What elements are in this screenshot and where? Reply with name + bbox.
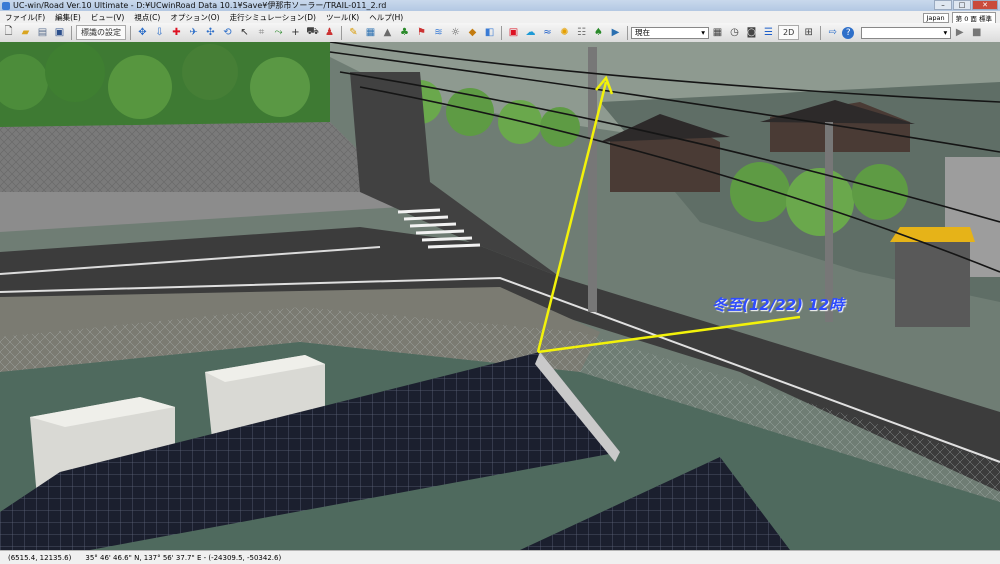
car-icon[interactable]: ⛟ — [305, 25, 320, 40]
menu-view[interactable]: ビュー(V) — [86, 12, 129, 23]
toolbar-separator — [341, 25, 342, 40]
chevron-down-icon: ▾ — [701, 28, 705, 37]
window-title: UC-win/Road Ver.10 Ultimate - D:¥UCwinRo… — [13, 1, 387, 10]
cloud-icon[interactable]: ☁ — [523, 25, 538, 40]
toolbar-separator — [71, 25, 72, 40]
toolbar-separator — [501, 25, 502, 40]
window-controls: – □ ✕ — [934, 0, 998, 10]
curve-icon[interactable]: ⤳ — [271, 25, 286, 40]
walk-icon[interactable]: ⟲ — [220, 25, 235, 40]
fly-icon[interactable]: ✈ — [186, 25, 201, 40]
animation-icon[interactable]: ▶ — [608, 25, 623, 40]
solar-time-annotation: 冬至(12/22) 12時 — [712, 296, 845, 314]
light-icon[interactable]: ☼ — [448, 25, 463, 40]
menu-viewpoint[interactable]: 視点(C) — [129, 12, 165, 23]
layers-icon[interactable]: ☰ — [761, 25, 776, 40]
wind-icon[interactable]: ≋ — [431, 25, 446, 40]
minimize-icon[interactable]: – — [934, 0, 952, 10]
main-toolbar: 🗋 ▰ ▤ ▣ 標識の設定 ✥ ⇩ ✚ ✈ ✣ ⟲ ↖ ⌗ ⤳ + ⛟ ♟ ✎ … — [0, 23, 1000, 43]
brush-icon[interactable]: ✎ — [346, 25, 361, 40]
title-bar: UC-win/Road Ver.10 Ultimate - D:¥UCwinRo… — [0, 0, 1000, 11]
maximize-icon[interactable]: □ — [953, 0, 971, 10]
toolbar-separator — [130, 25, 131, 40]
terrain-icon[interactable]: ▦ — [363, 25, 378, 40]
grid-icon[interactable]: ⊞ — [801, 25, 816, 40]
menu-tools[interactable]: ツール(K) — [321, 12, 364, 23]
time-select[interactable]: 現在 ▾ — [631, 26, 709, 39]
view-settings-button[interactable]: 標識の設定 — [76, 25, 126, 40]
time-icon[interactable]: ◷ — [727, 25, 742, 40]
rotate-view-icon[interactable]: ✥ — [135, 25, 150, 40]
sun-icon[interactable]: ✺ — [557, 25, 572, 40]
pan-icon[interactable]: ✣ — [203, 25, 218, 40]
menu-file[interactable]: ファイル(F) — [0, 12, 50, 23]
new-file-icon[interactable]: 🗋 — [1, 25, 16, 40]
person-icon[interactable]: ♟ — [322, 25, 337, 40]
menu-help[interactable]: ヘルプ(H) — [364, 12, 408, 23]
move-cross-icon[interactable]: ✚ — [169, 25, 184, 40]
stop-icon[interactable]: ■ — [969, 25, 984, 40]
retaining-wall — [0, 122, 400, 192]
plus-icon[interactable]: + — [288, 25, 303, 40]
toolbar-separator — [627, 25, 628, 40]
water-icon[interactable]: ≈ — [540, 25, 555, 40]
save-icon[interactable]: ▣ — [52, 25, 67, 40]
menu-options[interactable]: オプション(O) — [165, 12, 224, 23]
menu-drive-simulation[interactable]: 走行シミュレーション(D) — [225, 12, 321, 23]
kiosk — [895, 242, 970, 327]
app-icon — [2, 1, 10, 10]
time-select-value: 現在 — [635, 28, 650, 37]
search-select[interactable]: ▾ — [861, 26, 952, 39]
help-icon[interactable]: ? — [842, 26, 855, 39]
camera-icon[interactable]: ◙ — [744, 25, 759, 40]
menu-bar: ファイル(F) 編集(E) ビュー(V) 視点(C) オプション(O) 走行シミ… — [0, 11, 1000, 24]
play-icon[interactable]: ▶ — [952, 25, 967, 40]
mountain-icon[interactable]: ▲ — [380, 25, 395, 40]
mode-2d-button[interactable]: 2D — [778, 25, 800, 40]
export-icon[interactable]: ⇨ — [825, 25, 840, 40]
menu-edit[interactable]: 編集(E) — [50, 12, 86, 23]
shape-icon[interactable]: ◧ — [482, 25, 497, 40]
close-icon[interactable]: ✕ — [972, 0, 998, 10]
status-geo-position: 35° 46' 46.6" N, 137° 56' 37.7" E - (-24… — [85, 553, 282, 562]
road-icon[interactable]: ⌗ — [254, 25, 269, 40]
select-pointer-icon[interactable]: ↖ — [237, 25, 252, 40]
move-down-icon[interactable]: ⇩ — [152, 25, 167, 40]
calendar-icon[interactable]: ▦ — [710, 25, 725, 40]
scene-icon[interactable]: ▣ — [506, 25, 521, 40]
chevron-down-icon: ▾ — [943, 28, 948, 37]
scene-render — [0, 42, 1000, 550]
toolbar-separator — [820, 25, 822, 40]
tree-icon[interactable]: ♣ — [397, 25, 412, 40]
status-bar: (6515.4, 12135.6) 35° 46' 46.6" N, 137° … — [0, 550, 1000, 564]
status-coordinates: (6515.4, 12135.6) — [8, 553, 72, 562]
fog-icon[interactable]: ☷ — [574, 25, 589, 40]
open-folder-icon[interactable]: ▰ — [18, 25, 33, 40]
database-icon[interactable]: ▤ — [35, 25, 50, 40]
forest-icon[interactable]: ♠ — [591, 25, 606, 40]
language-indicator[interactable]: Japan — [922, 13, 949, 23]
sign-icon[interactable]: ⚑ — [414, 25, 429, 40]
model-icon[interactable]: ◆ — [465, 25, 480, 40]
utility-pole — [825, 122, 833, 322]
utility-pole — [588, 47, 597, 312]
3d-viewport[interactable]: 冬至(12/22) 12時 — [0, 42, 1000, 550]
